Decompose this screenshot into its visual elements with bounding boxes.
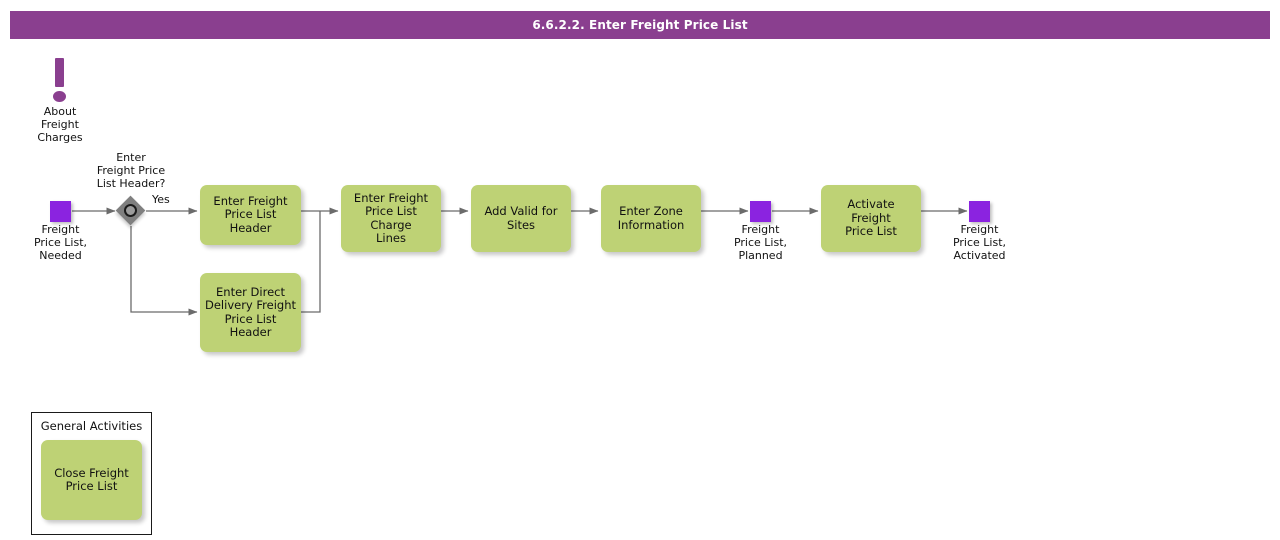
task-label: Close Freight Price List (54, 465, 129, 493)
task-enter-zone-information[interactable]: Enter Zone Information (601, 185, 701, 252)
task-label: Enter Zone Information (617, 204, 685, 232)
task-add-valid-for-sites[interactable]: Add Valid for Sites (471, 185, 571, 252)
diagram-canvas: 6.6.2.2. Enter Freight Price List About … (0, 0, 1280, 540)
gateway-label: Enter Freight Price List Header? (96, 151, 166, 190)
flow-direct-delivery-to-merge (301, 211, 321, 313)
annotation-about-freight-charges: About Freight Charges (37, 58, 83, 158)
start-event[interactable] (50, 201, 71, 222)
task-enter-freight-price-list-charge-lines[interactable]: Enter Freight Price List Charge Lines (341, 185, 441, 252)
task-label: Add Valid for Sites (484, 204, 558, 232)
end-event-activated-label: Freight Price List, Activated (952, 223, 1007, 262)
task-enter-freight-price-list-header[interactable]: Enter Freight Price List Header (200, 185, 301, 245)
general-activities-group: General Activities Close Freight Price L… (31, 412, 152, 535)
annotation-label: About Freight Charges (37, 105, 83, 144)
gateway-circle-icon (124, 204, 137, 217)
start-event-label: Freight Price List, Needed (33, 223, 88, 262)
gateway-enter-freight-price-list-header[interactable] (115, 195, 146, 226)
flow-gateway-to-direct-delivery (130, 226, 198, 316)
task-activate-freight-price-list[interactable]: Activate Freight Price List (821, 185, 921, 252)
page-title: 6.6.2.2. Enter Freight Price List (10, 11, 1270, 39)
milestone-event-planned-label: Freight Price List, Planned (733, 223, 788, 262)
task-label: Enter Freight Price List Header (213, 193, 288, 235)
task-label: Activate Freight Price List (845, 197, 897, 239)
general-activities-title: General Activities (40, 419, 143, 433)
exclamation-dot-icon (53, 91, 66, 102)
task-label: Enter Direct Delivery Freight Price List… (205, 284, 297, 339)
task-enter-direct-delivery-freight-price-list-header[interactable]: Enter Direct Delivery Freight Price List… (200, 273, 301, 352)
gateway-branch-label-yes: Yes (152, 193, 170, 206)
task-label: Enter Freight Price List Charge Lines (353, 190, 429, 245)
task-close-freight-price-list[interactable]: Close Freight Price List (41, 440, 142, 520)
exclamation-icon (55, 58, 64, 87)
connector-layer (72, 207, 968, 316)
milestone-event-planned[interactable] (750, 201, 771, 222)
end-event-activated[interactable] (969, 201, 990, 222)
